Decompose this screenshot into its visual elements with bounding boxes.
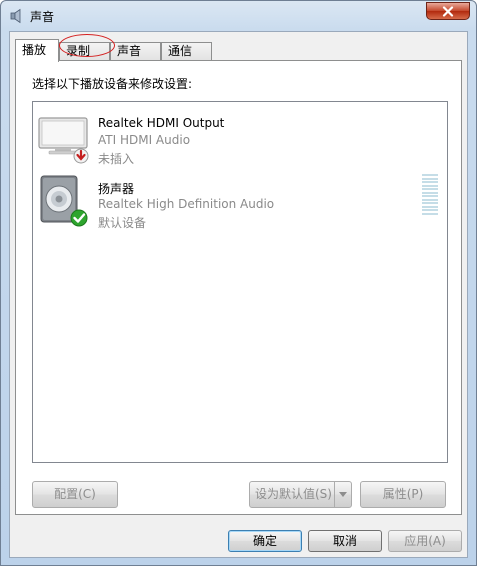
device-name: 扬声器 (98, 182, 135, 196)
set-default-button[interactable]: 设为默认值(S) (249, 481, 352, 508)
ok-button[interactable]: 确定 (228, 530, 302, 552)
set-default-label: 设为默认值(S) (255, 487, 332, 501)
hdmi-monitor-icon (38, 117, 89, 164)
dialog-client: 播放 录制 声音 通信 选择以下播放设备来修改设置: Realtek HDMI … (9, 31, 468, 558)
chevron-down-icon (339, 492, 347, 497)
speaker-device-icon (40, 175, 88, 227)
playback-panel: 选择以下播放设备来修改设置: Realtek HDMI Output ATI H… (15, 60, 462, 515)
close-icon (442, 5, 454, 17)
device-item-hdmi[interactable]: Realtek HDMI Output ATI HDMI Audio 未插入 (37, 108, 437, 166)
device-status: 未插入 (98, 152, 135, 166)
set-default-dropdown[interactable] (334, 482, 351, 507)
recording-tab-highlight-circle (59, 34, 115, 57)
tab-playback[interactable]: 播放 (15, 39, 59, 62)
default-checkmark-icon (70, 209, 88, 227)
speaker-level-meter (422, 174, 438, 216)
tab-sounds[interactable]: 声音 (110, 42, 161, 61)
device-driver: Realtek High Definition Audio (98, 197, 275, 211)
device-status: 默认设备 (98, 216, 147, 230)
close-button[interactable] (426, 2, 470, 20)
properties-button[interactable]: 属性(P) (360, 481, 446, 508)
sound-dialog: 声音 播放 录制 声音 通信 选择以下播放设备来修改设置: Realtek HD… (0, 0, 477, 566)
tab-communications[interactable]: 通信 (161, 42, 212, 61)
device-name: Realtek HDMI Output (98, 116, 225, 130)
configure-button[interactable]: 配置(C) (32, 481, 118, 508)
device-item-speakers[interactable]: 扬声器 Realtek High Definition Audio 默认设备 (37, 172, 437, 230)
device-driver: ATI HDMI Audio (98, 133, 191, 147)
playback-device-list[interactable]: Realtek HDMI Output ATI HDMI Audio 未插入 扬… (32, 101, 448, 463)
cancel-button[interactable]: 取消 (308, 530, 382, 552)
title-bar[interactable]: 声音 (1, 1, 476, 31)
speaker-icon (10, 8, 21, 24)
instruction-label: 选择以下播放设备来修改设置: (32, 77, 193, 91)
unplugged-arrow-icon (73, 148, 89, 164)
window-title: 声音 (30, 10, 55, 24)
apply-button[interactable]: 应用(A) (388, 530, 462, 552)
